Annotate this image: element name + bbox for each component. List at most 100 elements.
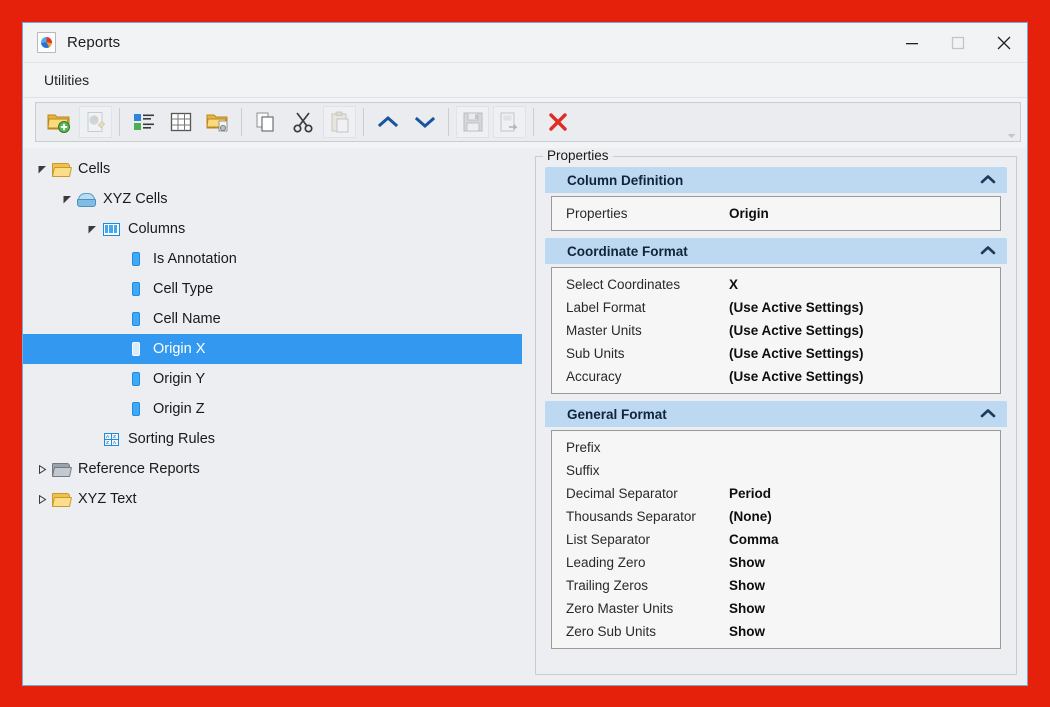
tree-item[interactable]: Origin Z <box>23 394 535 424</box>
property-value[interactable]: Origin <box>729 206 769 221</box>
property-value[interactable]: (Use Active Settings) <box>729 346 864 361</box>
properties-section-header[interactable]: General Format <box>545 401 1007 427</box>
property-value[interactable]: Show <box>729 601 765 616</box>
menu-item-utilities[interactable]: Utilities <box>38 69 95 91</box>
property-value[interactable]: Show <box>729 555 765 570</box>
property-row[interactable]: Label Format (Use Active Settings) <box>552 296 1000 319</box>
tree-item[interactable]: XYZ Cells <box>23 184 535 214</box>
property-row[interactable]: Properties Origin <box>552 202 1000 225</box>
new-report-folder-button[interactable] <box>42 106 75 138</box>
chevron-up-icon[interactable] <box>980 405 996 423</box>
toolbar-separator <box>119 108 120 136</box>
property-row[interactable]: List Separator Comma <box>552 528 1000 551</box>
tree-twisty-collapsed-icon[interactable] <box>33 460 51 478</box>
folder-open-yellow-icon <box>51 490 73 508</box>
move-down-button[interactable] <box>408 106 441 138</box>
tree-twisty-expanded-icon[interactable] <box>33 160 51 178</box>
table-grid-button[interactable] <box>164 106 197 138</box>
property-value[interactable]: Show <box>729 624 765 639</box>
property-value[interactable]: Period <box>729 486 771 501</box>
property-row[interactable]: Zero Master Units Show <box>552 597 1000 620</box>
tree-item-label: Cell Type <box>153 281 214 297</box>
tree-twisty-expanded-icon[interactable] <box>83 220 101 238</box>
properties-section-header[interactable]: Coordinate Format <box>545 238 1007 264</box>
tree-item[interactable]: Origin Y <box>23 364 535 394</box>
field-blue-icon <box>126 250 146 268</box>
window-title: Reports <box>67 34 121 51</box>
property-name: Properties <box>566 206 628 221</box>
tree-item-label: XYZ Text <box>78 491 137 507</box>
list-view-button[interactable] <box>127 106 160 138</box>
property-row[interactable]: Zero Sub Units Show <box>552 620 1000 643</box>
toolbar-separator <box>241 108 242 136</box>
property-row[interactable]: Select Coordinates X <box>552 273 1000 296</box>
property-value[interactable]: Show <box>729 578 765 593</box>
tree-item[interactable]: Is Annotation <box>23 244 535 274</box>
property-name: Label Format <box>566 300 646 315</box>
property-row[interactable]: Accuracy (Use Active Settings) <box>552 365 1000 388</box>
property-row[interactable]: Trailing Zeros Show <box>552 574 1000 597</box>
property-name: Decimal Separator <box>566 486 678 501</box>
properties-section-title: General Format <box>567 406 667 422</box>
chevron-up-icon[interactable] <box>980 171 996 189</box>
property-value[interactable]: X <box>729 277 738 292</box>
tree-item[interactable]: Reference Reports <box>23 454 535 484</box>
folder-closed-gray-icon <box>51 460 73 478</box>
property-value[interactable]: (None) <box>729 509 772 524</box>
property-row[interactable]: Prefix <box>552 436 1000 459</box>
tree-item-selected[interactable]: Origin X <box>23 334 522 364</box>
property-value[interactable]: (Use Active Settings) <box>729 300 864 315</box>
field-blue-icon <box>126 370 146 388</box>
property-row[interactable]: Master Units (Use Active Settings) <box>552 319 1000 342</box>
maximize-button[interactable] <box>935 23 981 62</box>
toolbar-separator <box>533 108 534 136</box>
property-row[interactable]: Suffix <box>552 459 1000 482</box>
report-document-icon <box>37 32 56 53</box>
tree-item[interactable]: Cell Name <box>23 304 535 334</box>
property-name: List Separator <box>566 532 651 547</box>
field-blue-icon <box>126 340 146 358</box>
field-blue-icon <box>126 280 146 298</box>
property-row[interactable]: Leading Zero Show <box>552 551 1000 574</box>
tree-item[interactable]: Cell Type <box>23 274 535 304</box>
copy-button[interactable] <box>249 106 282 138</box>
toolbar-separator <box>448 108 449 136</box>
tree-item-label: Origin X <box>153 341 206 357</box>
close-button[interactable] <box>981 23 1027 62</box>
move-up-button[interactable] <box>371 106 404 138</box>
folder-settings-button[interactable] <box>201 106 234 138</box>
toolbar-container <box>23 98 1027 148</box>
cut-button[interactable] <box>286 106 319 138</box>
properties-section-title: Coordinate Format <box>567 243 688 259</box>
pie-chart-glyph <box>41 37 52 48</box>
folder-open-yellow-icon <box>51 160 73 178</box>
stack-blue-icon <box>76 190 96 208</box>
properties-section-header[interactable]: Column Definition <box>545 167 1007 193</box>
property-row[interactable]: Thousands Separator (None) <box>552 505 1000 528</box>
minimize-button[interactable] <box>889 23 935 62</box>
new-report-button <box>79 106 112 138</box>
report-tree[interactable]: Cells XYZ Cells Columns Is Annotation Cell T… <box>23 148 535 685</box>
tree-item[interactable]: Columns <box>23 214 535 244</box>
save-button <box>456 106 489 138</box>
tree-item-label: Origin Z <box>153 401 205 417</box>
tree-item-label: Origin Y <box>153 371 206 387</box>
properties-section-title: Column Definition <box>567 172 684 188</box>
tree-twisty-expanded-icon[interactable] <box>58 190 76 208</box>
property-name: Zero Master Units <box>566 601 674 616</box>
toolbar-overflow-chevron[interactable] <box>1005 127 1017 139</box>
tree-item[interactable]: Cells <box>23 154 535 184</box>
tree-item[interactable]: A Z Z A Sorting Rules <box>23 424 535 454</box>
tree-twisty-collapsed-icon[interactable] <box>33 490 51 508</box>
property-value[interactable]: (Use Active Settings) <box>729 323 864 338</box>
delete-button[interactable] <box>541 106 574 138</box>
property-name: Leading Zero <box>566 555 646 570</box>
toolbar <box>35 102 1021 142</box>
property-value[interactable]: Comma <box>729 532 779 547</box>
property-row[interactable]: Sub Units (Use Active Settings) <box>552 342 1000 365</box>
chevron-up-icon[interactable] <box>980 242 996 260</box>
tree-item[interactable]: XYZ Text <box>23 484 535 514</box>
property-name: Trailing Zeros <box>566 578 649 593</box>
property-row[interactable]: Decimal Separator Period <box>552 482 1000 505</box>
property-value[interactable]: (Use Active Settings) <box>729 369 864 384</box>
